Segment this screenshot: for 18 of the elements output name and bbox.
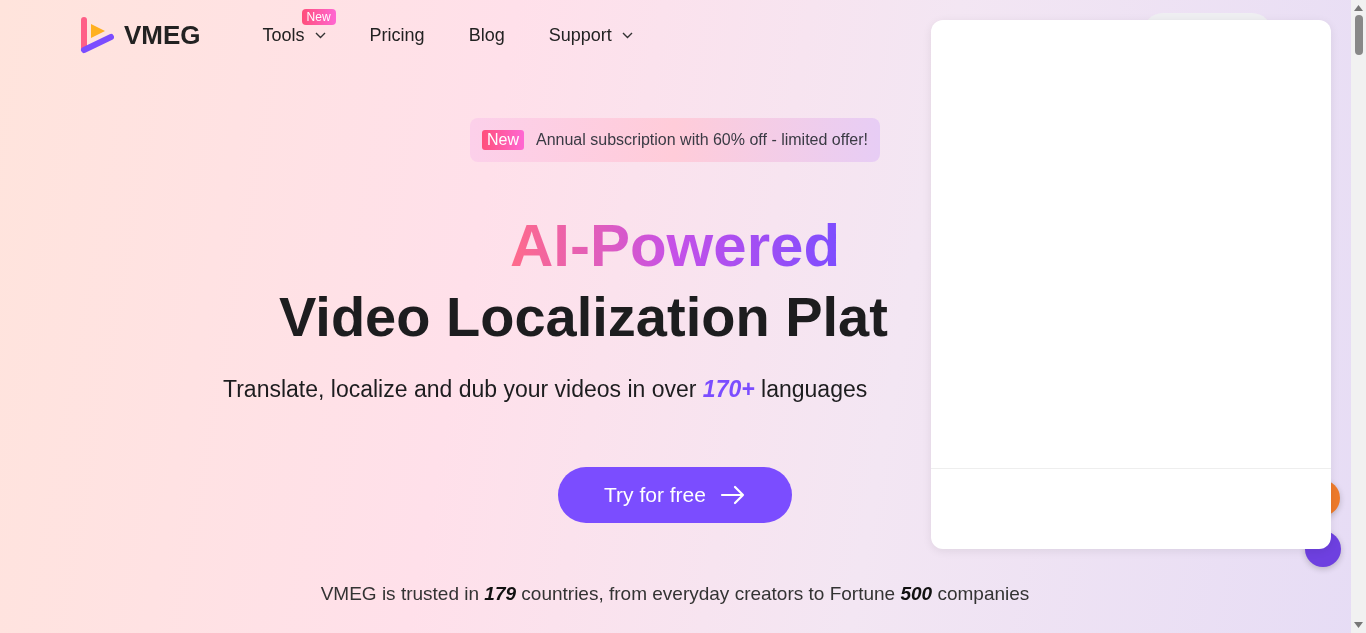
arrow-right-icon	[719, 485, 746, 505]
hero-title: Video Localization Plat	[279, 284, 888, 350]
brand-name[interactable]: VMEG	[124, 19, 201, 51]
hero-subtitle: Translate, localize and dub your videos in over 170+ languages	[223, 376, 868, 403]
promo-text: Annual subscription with 60% off - limited offer!	[536, 131, 868, 149]
promo-banner[interactable]: New Annual subscription with 60% off - limited offer!	[469, 118, 880, 162]
new-badge: New	[301, 8, 336, 25]
scrollbar[interactable]	[1351, 0, 1366, 633]
scroll-up-icon[interactable]	[1354, 5, 1363, 11]
nav-link[interactable]: Blog	[456, 18, 517, 52]
nav-link[interactable]: Support	[536, 18, 645, 52]
nav-link[interactable]: Pricing	[357, 18, 437, 52]
scrollbar-thumb[interactable]	[1354, 15, 1363, 55]
trust-statement: VMEG is trusted in 179 countries, from everyday creators to Fortune 500 companies	[320, 583, 1030, 605]
scroll-down-icon[interactable]	[1354, 622, 1363, 628]
new-badge: New	[481, 130, 524, 150]
try-for-free-button[interactable]: Try for free	[558, 467, 792, 523]
logo-icon[interactable]	[80, 16, 114, 54]
